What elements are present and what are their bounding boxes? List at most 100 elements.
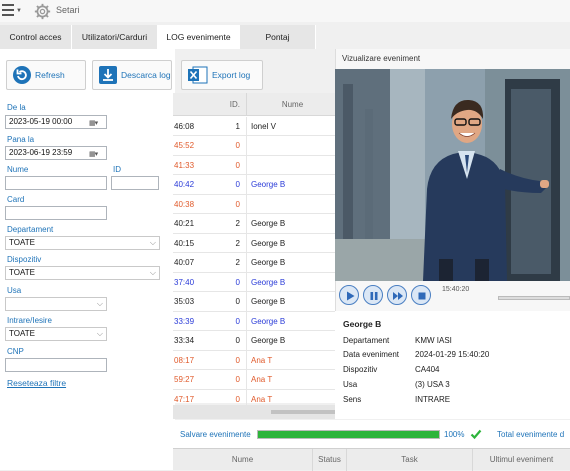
cell-time: 46:08 (174, 121, 195, 131)
playback-track[interactable] (498, 296, 570, 300)
tab-utilizatori-carduri[interactable]: Utilizatori/Carduri (72, 25, 158, 49)
export-log-button[interactable]: Export log (181, 60, 263, 90)
top-bar: ▼ Setari (0, 0, 570, 22)
pause-icon (370, 292, 378, 300)
fast-forward-icon (393, 292, 403, 300)
tab-pontaj[interactable]: Pontaj (240, 25, 316, 49)
gear-icon[interactable] (34, 3, 51, 20)
column-header-nume[interactable]: Nume (173, 449, 313, 471)
refresh-icon (13, 66, 31, 84)
fast-forward-button[interactable] (387, 285, 407, 305)
cell-name: George B (251, 238, 286, 248)
table-row[interactable]: 40:21 2 George B (173, 214, 338, 234)
detail-value: KMW IASI (415, 336, 452, 345)
cell-id: 0 (219, 175, 247, 194)
department-select[interactable]: TOATE ⌵ (5, 236, 160, 250)
column-header-time[interactable] (173, 93, 219, 116)
stop-icon (418, 292, 426, 300)
table-row[interactable]: 37:40 0 George B (173, 272, 338, 292)
detail-key: Departament (343, 336, 390, 345)
table-row[interactable]: 40:42 0 George B (173, 175, 338, 195)
table-row[interactable]: 33:39 0 George B (173, 311, 338, 331)
cell-name: Ana T (251, 375, 273, 384)
refresh-button[interactable]: Refresh (6, 60, 86, 90)
cell-name: George B (251, 180, 286, 189)
cell-time: 59:27 (174, 375, 195, 384)
settings-title[interactable]: Setari (56, 5, 80, 15)
table-row[interactable]: 40:07 2 George B (173, 253, 338, 273)
table-row[interactable]: 59:27 0 Ana T (173, 370, 338, 390)
video-controls: 15:40:20 (335, 283, 570, 309)
cell-time: 40:21 (174, 219, 195, 228)
tab-control-acces[interactable]: Control acces (0, 25, 72, 49)
cell-time: 45:52 (174, 141, 195, 150)
column-header-status[interactable]: Status (313, 449, 347, 471)
cell-id: 0 (219, 311, 247, 331)
chevron-down-icon: ⌵ (96, 299, 103, 308)
download-log-button[interactable]: Descarca log (92, 60, 172, 90)
save-events-label: Salvare evenimente (180, 430, 251, 439)
direction-select[interactable]: TOATE ⌵ (5, 327, 107, 341)
menu-dropdown-icon[interactable]: ▼ (16, 8, 22, 14)
column-header-name[interactable]: Nume (247, 93, 338, 116)
device-select[interactable]: TOATE ⌵ (5, 266, 160, 280)
cell-name: George B (251, 336, 286, 345)
save-percent: 100% (444, 430, 465, 439)
pause-button[interactable] (363, 285, 383, 305)
cell-name: Ionel V (251, 121, 276, 131)
column-header-id[interactable]: ID. (219, 93, 247, 116)
chevron-down-icon: ⌵ (149, 268, 156, 277)
column-header-task[interactable]: Task (347, 449, 473, 471)
table-row[interactable]: 40:38 0 (173, 194, 338, 214)
door-select[interactable]: ⌵ (5, 297, 107, 311)
column-header-last-event[interactable]: Ultimul eveniment (473, 449, 570, 471)
table-row[interactable]: 46:08 1 Ionel V (173, 116, 338, 136)
event-details: George B Departament KMW IASI Data eveni… (335, 311, 570, 419)
reset-filters-link[interactable]: Reseteaza filtre (7, 378, 66, 388)
tab-bar: Control acces Utilizatori/Carduri LOG ev… (0, 25, 570, 49)
save-progress-fill (258, 431, 439, 438)
tab-log-evenimente[interactable]: LOG evenimente (158, 25, 240, 49)
cell-time: 40:38 (174, 199, 195, 209)
name-input[interactable] (5, 176, 107, 190)
id-input[interactable] (111, 176, 159, 190)
table-row[interactable]: 08:17 0 Ana T (173, 350, 338, 370)
to-date-input[interactable]: 2023-06-19 23:59 ▦▾ (5, 146, 107, 160)
card-input[interactable] (5, 206, 107, 220)
scrollbar-thumb[interactable] (271, 410, 335, 414)
door-label: Usa (7, 286, 22, 295)
cell-id: 2 (219, 233, 247, 253)
excel-icon (188, 66, 208, 84)
detail-value: (3) USA 3 (415, 380, 450, 389)
table-row[interactable]: 41:33 0 (173, 155, 338, 175)
to-date-label: Pana la (7, 135, 35, 144)
department-label: Departament (7, 225, 54, 234)
cell-id: 0 (219, 331, 247, 350)
name-label: Nume (7, 165, 29, 174)
direction-label: Intrare/Iesire (7, 316, 52, 325)
detail-key: Sens (343, 395, 362, 404)
table-row[interactable]: 33:34 0 George B (173, 331, 338, 351)
save-progress-bar (257, 430, 440, 439)
grid-header: ID. Nume (173, 93, 338, 116)
cell-time: 33:39 (174, 316, 195, 326)
bottom-grid-header: Nume Status Task Ultimul eveniment (173, 448, 570, 471)
hamburger-menu-icon[interactable] (2, 4, 16, 16)
refresh-label: Refresh (35, 70, 65, 80)
table-row[interactable]: 40:15 2 George B (173, 233, 338, 253)
device-value: TOATE (9, 268, 35, 277)
detail-key: Dispozitiv (343, 365, 378, 374)
cell-time: 41:33 (174, 160, 195, 170)
stop-button[interactable] (411, 285, 431, 305)
play-button[interactable] (339, 285, 359, 305)
cell-id: 0 (219, 194, 247, 214)
from-date-input[interactable]: 2023-05-19 00:00 ▦▾ (5, 115, 107, 129)
cell-time: 33:34 (174, 336, 195, 345)
calendar-icon[interactable]: ▦▾ (89, 149, 103, 158)
table-row[interactable]: 45:52 0 (173, 136, 338, 156)
cell-time: 37:40 (174, 277, 195, 287)
calendar-icon[interactable]: ▦▾ (89, 118, 103, 127)
horizontal-scrollbar[interactable] (173, 405, 338, 419)
table-row[interactable]: 35:03 0 George B (173, 292, 338, 312)
cnp-input[interactable] (5, 358, 107, 372)
